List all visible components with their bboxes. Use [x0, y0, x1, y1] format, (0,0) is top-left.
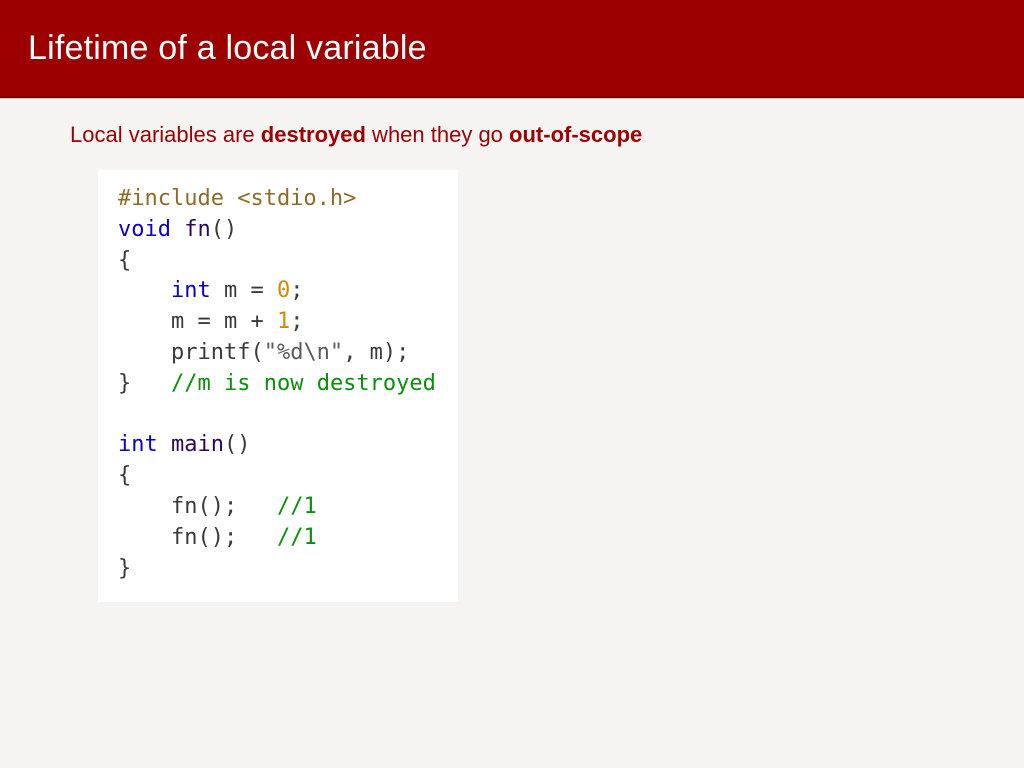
lead-text-mid: when they go [366, 122, 509, 147]
code-brace-open: { [118, 463, 131, 488]
lead-text-pre: Local variables are [70, 122, 261, 147]
code-space [131, 371, 171, 396]
slide-title: Lifetime of a local variable [28, 29, 427, 68]
code-keyword-int: int [171, 278, 211, 303]
code-comment-one: //1 [277, 525, 317, 550]
code-function-main: main [171, 432, 224, 457]
code-keyword-void: void [118, 217, 171, 242]
code-brace-close: } [118, 371, 131, 396]
code-indent [118, 278, 171, 303]
code-block: #include <stdio.h> void fn() { int m = 0… [98, 170, 458, 602]
title-bar: Lifetime of a local variable [0, 0, 1024, 98]
code-keyword-int: int [118, 432, 158, 457]
lead-sentence: Local variables are destroyed when they … [70, 122, 954, 148]
code-comment-one: //1 [277, 494, 317, 519]
slide-body: Local variables are destroyed when they … [0, 98, 1024, 602]
code-string-literal: "%d\n" [264, 340, 343, 365]
code-printf-post: , m); [343, 340, 409, 365]
code-include-directive: #include <stdio.h> [118, 186, 356, 211]
code-space [171, 217, 184, 242]
lead-bold-destroyed: destroyed [261, 122, 366, 147]
code-semicolon: ; [290, 278, 303, 303]
code-brace-close: } [118, 556, 131, 581]
code-function-fn: fn [184, 217, 211, 242]
code-comment-destroyed: //m is now destroyed [171, 371, 436, 396]
code-text: m = [211, 278, 277, 303]
code-printf-pre: printf( [118, 340, 264, 365]
code-brace-open: { [118, 248, 131, 273]
code-semicolon: ; [290, 309, 303, 334]
code-call-fn: fn(); [118, 525, 277, 550]
code-space [158, 432, 171, 457]
code-call-fn: fn(); [118, 494, 277, 519]
code-number-one: 1 [277, 309, 290, 334]
code-parens: () [211, 217, 238, 242]
slide: Lifetime of a local variable Local varia… [0, 0, 1024, 768]
lead-bold-out-of-scope: out-of-scope [509, 122, 642, 147]
code-parens: () [224, 432, 251, 457]
code-number-zero: 0 [277, 278, 290, 303]
code-text: m = m + [118, 309, 277, 334]
